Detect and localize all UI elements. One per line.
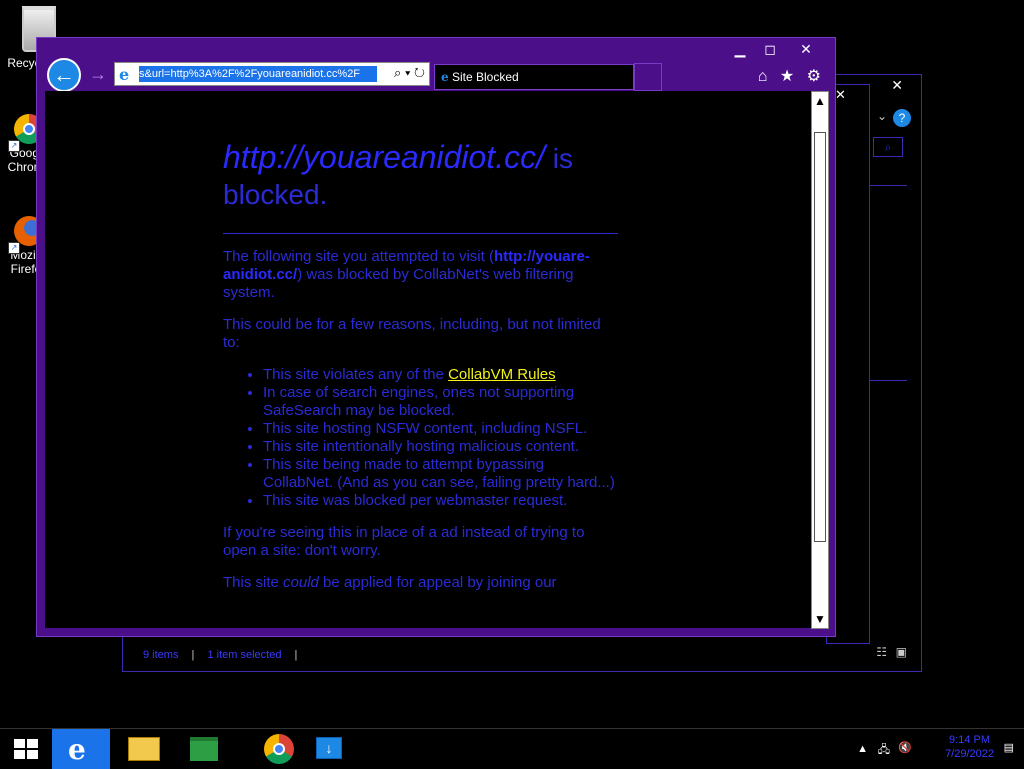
- internet-explorer-window: ▁ ◻ ✕ ← → e s&url=http%3A%2F%2Fyouareani…: [36, 37, 836, 637]
- internet-explorer-icon: e: [441, 70, 449, 84]
- search-icon[interactable]: ⌕: [394, 65, 401, 80]
- tab-site-blocked[interactable]: e Site Blocked: [434, 64, 634, 90]
- taskbar-file-explorer[interactable]: [116, 729, 174, 769]
- system-clock[interactable]: 9:14 PM 7/29/2022: [945, 733, 994, 761]
- scrollbar-thumb[interactable]: [814, 132, 826, 542]
- collabvm-rules-link[interactable]: CollabVM Rules: [448, 366, 556, 383]
- toolbar: ⌂ ★ ⚙: [750, 66, 821, 86]
- divider: [867, 185, 907, 186]
- start-icon: [14, 739, 38, 759]
- close-icon[interactable]: ✕: [891, 77, 903, 94]
- status-bar: 9 items | 1 item selected |: [143, 649, 307, 661]
- gear-icon[interactable]: ⚙: [807, 68, 821, 85]
- file-explorer-icon: [128, 737, 160, 761]
- paragraph-ad-notice: If you're seeing this in place of a ad i…: [223, 524, 585, 559]
- list-item: This site intentionally hosting maliciou…: [263, 438, 618, 456]
- paragraph-intro: The following site you attempted to visi…: [223, 248, 618, 302]
- blocked-url: http://youareanidiot.cc/: [223, 139, 545, 175]
- reason-text: This site hosting NSFW content, includin…: [263, 420, 588, 437]
- page-title: http://youareanidiot.cc/ is blocked.: [223, 139, 618, 213]
- store-icon: [190, 737, 218, 761]
- reason-text: This site was blocked per webmaster requ…: [263, 492, 568, 509]
- internet-explorer-icon: e: [119, 65, 130, 84]
- divider: [867, 380, 907, 381]
- list-item: This site being made to attempt bypassin…: [263, 456, 618, 492]
- large-icons-view-icon[interactable]: ▣: [896, 645, 907, 659]
- shortcut-arrow-icon: ↗: [8, 242, 20, 254]
- appeal-emphasis: could: [283, 574, 319, 591]
- download-icon: ↓: [316, 737, 342, 759]
- paragraph-reasons-intro: This could be for a few reasons, includi…: [223, 316, 601, 351]
- separator: |: [191, 649, 195, 661]
- scroll-down-icon[interactable]: ▼: [812, 612, 828, 626]
- list-item: This site violates any of the CollabVM R…: [263, 366, 618, 384]
- blocked-page: http://youareanidiot.cc/ is blocked. The…: [223, 139, 618, 606]
- close-icon[interactable]: ✕: [791, 40, 821, 58]
- search-icon[interactable]: ⌕: [873, 137, 903, 157]
- intro-prefix: The following site you attempted to visi…: [223, 248, 494, 265]
- reasons-list: This site violates any of the CollabVM R…: [223, 366, 618, 510]
- show-hidden-icons-icon[interactable]: ▲: [857, 743, 868, 755]
- notification-icon[interactable]: ▤: [1004, 741, 1014, 754]
- internet-explorer-icon: e: [68, 733, 86, 766]
- volume-muted-icon[interactable]: 🔇: [898, 741, 912, 754]
- list-item: This site was blocked per webmaster requ…: [263, 492, 618, 510]
- forward-arrow-icon[interactable]: →: [89, 64, 107, 85]
- details-view-icon[interactable]: ☷: [876, 645, 887, 659]
- separator: |: [294, 649, 298, 661]
- close-icon[interactable]: ✕: [835, 87, 846, 103]
- taskbar-download[interactable]: ↓: [300, 729, 358, 769]
- chevron-down-icon[interactable]: ⌄: [877, 109, 887, 123]
- reason-text: This site being made to attempt bypassin…: [263, 456, 615, 491]
- list-item: This site hosting NSFW content, includin…: [263, 420, 618, 438]
- list-item: In case of search engines, ones not supp…: [263, 384, 618, 420]
- shortcut-arrow-icon: ↗: [8, 140, 20, 152]
- chrome-icon: [264, 734, 294, 764]
- paragraph-appeal: This site could be applied for appeal by…: [223, 574, 618, 592]
- home-icon[interactable]: ⌂: [758, 68, 768, 85]
- appeal-prefix: This site: [223, 574, 284, 591]
- dropdown-icon[interactable]: ▾: [405, 65, 410, 80]
- page-viewport: http://youareanidiot.cc/ is blocked. The…: [45, 91, 815, 628]
- clock-date: 7/29/2022: [945, 748, 994, 760]
- network-icon[interactable]: 🖧: [878, 741, 890, 760]
- new-tab-button[interactable]: [634, 63, 662, 91]
- divider: [223, 233, 618, 234]
- refresh-icon[interactable]: ↻: [414, 65, 425, 80]
- start-button[interactable]: [0, 729, 58, 769]
- maximize-icon[interactable]: ◻: [755, 40, 785, 58]
- address-input[interactable]: s&url=http%3A%2F%2Fyouareanidiot.cc%2F: [139, 66, 377, 82]
- taskbar: e ↓ ▲ 🖧 🔇 ▤ 9:14 PM 7/29/2022: [0, 728, 1024, 769]
- minimize-icon[interactable]: ▁: [725, 40, 755, 58]
- reason-text: In case of search engines, ones not supp…: [263, 384, 575, 419]
- status-item-count: 9 items: [143, 649, 179, 661]
- tab-title: Site Blocked: [451, 70, 519, 84]
- address-bar[interactable]: e s&url=http%3A%2F%2Fyouareanidiot.cc%2F…: [114, 62, 430, 86]
- taskbar-store[interactable]: [176, 729, 234, 769]
- appeal-suffix: be applied for appeal by joining our: [318, 574, 557, 591]
- address-tools: ⌕ ▾ ↻: [394, 65, 425, 81]
- reason-text: This site intentionally hosting maliciou…: [263, 438, 579, 455]
- help-icon[interactable]: ?: [893, 109, 911, 127]
- taskbar-internet-explorer[interactable]: e: [52, 729, 110, 769]
- taskbar-chrome[interactable]: [236, 729, 294, 769]
- clock-time: 9:14 PM: [949, 734, 991, 746]
- vertical-scrollbar[interactable]: ▲ ▼: [811, 91, 829, 629]
- scroll-up-icon[interactable]: ▲: [812, 94, 828, 108]
- back-arrow-icon[interactable]: ←: [47, 58, 81, 92]
- status-selection: 1 item selected: [207, 649, 282, 661]
- reason-text: This site violates any of the: [263, 366, 449, 383]
- star-icon[interactable]: ★: [780, 68, 794, 85]
